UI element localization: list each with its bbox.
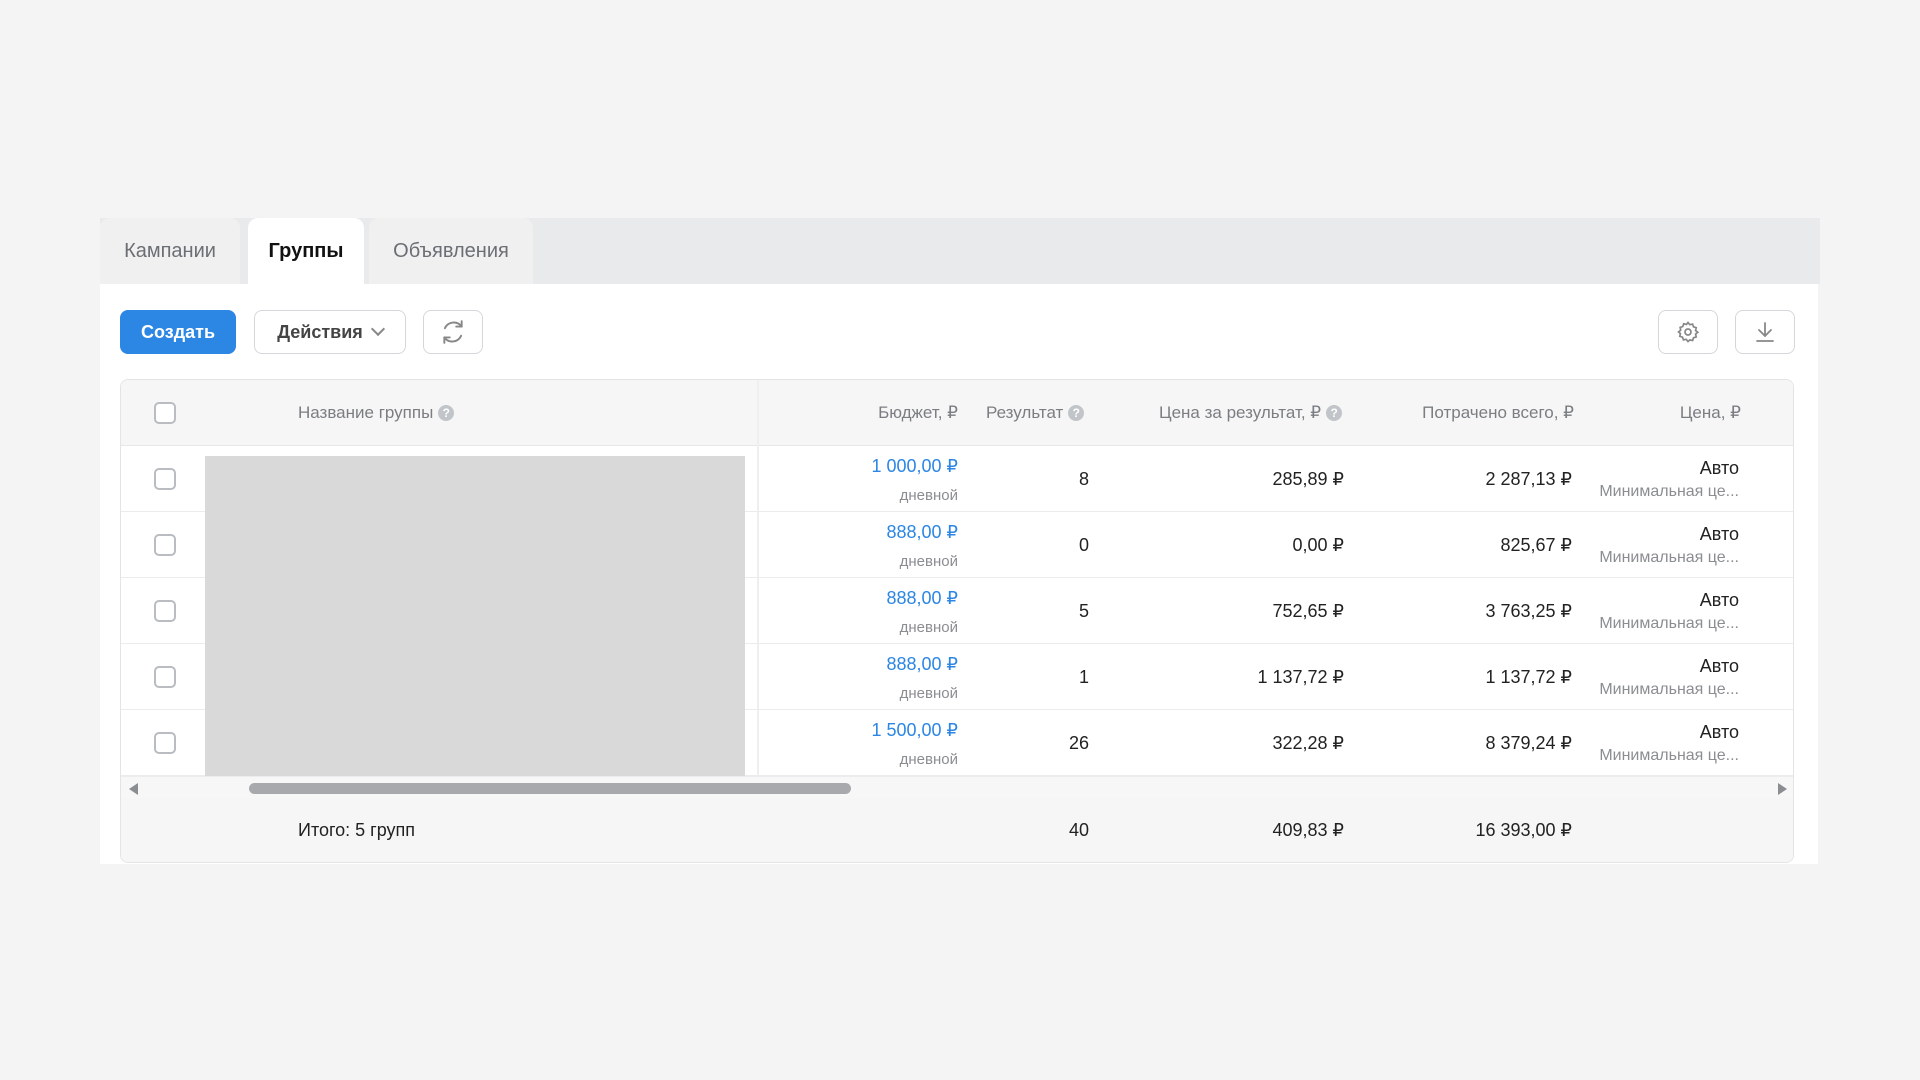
result-value: 26 bbox=[1068, 733, 1089, 753]
budget-value[interactable]: 888,00 ₽ bbox=[886, 654, 958, 675]
chevron-down-icon bbox=[370, 321, 385, 337]
cost-per-result-value: 0,00 ₽ bbox=[1292, 535, 1345, 555]
budget-value[interactable]: 1 000,00 ₽ bbox=[871, 456, 958, 477]
row-checkbox[interactable] bbox=[154, 666, 176, 688]
spent-value: 3 763,25 ₽ bbox=[1485, 601, 1572, 621]
budget-value[interactable]: 888,00 ₽ bbox=[886, 588, 958, 609]
result-value: 1 bbox=[1078, 667, 1089, 687]
total-cost-per-result: 409,83 ₽ bbox=[1272, 820, 1344, 840]
groups-table: Название группы ? Бюджет, ₽ Результат ? … bbox=[120, 379, 1794, 863]
header-result-label: Результат bbox=[986, 403, 1064, 422]
tab-bar: Кампании Группы Объявления bbox=[100, 218, 1820, 284]
spent-value: 825,67 ₽ bbox=[1500, 535, 1572, 555]
actions-dropdown[interactable]: Действия bbox=[254, 310, 406, 354]
budget-type: дневной bbox=[899, 487, 958, 504]
table-header: Название группы ? Бюджет, ₽ Результат ? … bbox=[121, 380, 1793, 446]
groups-card: Создать Действия Название группы ? Бюдже… bbox=[100, 284, 1818, 864]
create-button[interactable]: Создать bbox=[120, 310, 236, 354]
row-checkbox[interactable] bbox=[154, 468, 176, 490]
result-value: 8 bbox=[1078, 469, 1089, 489]
row-checkbox[interactable] bbox=[154, 732, 176, 754]
settings-button[interactable] bbox=[1658, 310, 1718, 354]
help-icon[interactable]: ? bbox=[1326, 405, 1343, 421]
price-value: Авто bbox=[1699, 656, 1739, 676]
budget-value[interactable]: 888,00 ₽ bbox=[886, 522, 958, 543]
select-all-checkbox[interactable] bbox=[154, 402, 176, 424]
price-value: Авто bbox=[1699, 722, 1739, 742]
tab-campaigns[interactable]: Кампании bbox=[100, 218, 240, 284]
scroll-right-icon[interactable] bbox=[1778, 783, 1787, 795]
cost-per-result-value: 322,28 ₽ bbox=[1272, 733, 1344, 753]
price-subtext: Минимальная це... bbox=[1599, 681, 1739, 698]
spent-value: 1 137,72 ₽ bbox=[1485, 667, 1572, 687]
total-result: 40 bbox=[1068, 820, 1089, 840]
header-cost-per-result[interactable]: Цена за результат, ₽ ? bbox=[1159, 380, 1343, 446]
scroll-left-icon[interactable] bbox=[129, 783, 138, 795]
price-subtext: Минимальная це... bbox=[1599, 483, 1739, 500]
download-icon bbox=[1756, 322, 1774, 342]
cost-per-result-value: 285,89 ₽ bbox=[1272, 469, 1344, 489]
gear-icon bbox=[1677, 321, 1700, 343]
header-result[interactable]: Результат ? bbox=[986, 380, 1085, 446]
budget-type: дневной bbox=[899, 685, 958, 702]
result-value: 5 bbox=[1078, 601, 1089, 621]
tab-groups[interactable]: Группы bbox=[248, 218, 364, 284]
refresh-icon bbox=[443, 320, 463, 344]
price-value: Авто bbox=[1699, 524, 1739, 544]
budget-type: дневной bbox=[899, 751, 958, 768]
price-value: Авто bbox=[1699, 590, 1739, 610]
header-spent-total[interactable]: Потрачено всего, ₽ bbox=[1354, 380, 1574, 446]
spent-value: 2 287,13 ₽ bbox=[1485, 469, 1572, 489]
help-icon[interactable]: ? bbox=[438, 405, 455, 421]
total-spent: 16 393,00 ₽ bbox=[1475, 820, 1572, 840]
header-name-label: Название группы bbox=[298, 403, 434, 422]
price-subtext: Минимальная це... bbox=[1599, 549, 1739, 566]
refresh-button[interactable] bbox=[423, 310, 483, 354]
cost-per-result-value: 752,65 ₽ bbox=[1272, 601, 1344, 621]
cost-per-result-value: 1 137,72 ₽ bbox=[1257, 667, 1344, 687]
tab-ads[interactable]: Объявления bbox=[369, 218, 533, 284]
budget-type: дневной bbox=[899, 553, 958, 570]
horizontal-scrollbar[interactable] bbox=[121, 776, 1793, 798]
header-cost-per-result-label: Цена за результат, ₽ bbox=[1159, 403, 1322, 422]
download-button[interactable] bbox=[1735, 310, 1795, 354]
price-value: Авто bbox=[1699, 458, 1739, 478]
scroll-thumb[interactable] bbox=[249, 783, 851, 794]
table-footer: Итого: 5 групп 40 409,83 ₽ 16 393,00 ₽ bbox=[121, 798, 1793, 862]
header-budget[interactable]: Бюджет, ₽ bbox=[758, 380, 958, 446]
price-subtext: Минимальная це... bbox=[1599, 747, 1739, 764]
row-checkbox[interactable] bbox=[154, 600, 176, 622]
row-checkbox[interactable] bbox=[154, 534, 176, 556]
result-value: 0 bbox=[1078, 535, 1089, 555]
redacted-group-names bbox=[205, 456, 745, 776]
help-icon[interactable]: ? bbox=[1068, 405, 1085, 421]
budget-type: дневной bbox=[899, 619, 958, 636]
header-name[interactable]: Название группы ? bbox=[298, 380, 455, 446]
header-price[interactable]: Цена, ₽ bbox=[1621, 380, 1741, 446]
spent-value: 8 379,24 ₽ bbox=[1485, 733, 1572, 753]
groups-panel: Кампании Группы Объявления Создать Дейст… bbox=[100, 218, 1820, 864]
total-label: Итого: 5 групп bbox=[298, 820, 416, 840]
budget-value[interactable]: 1 500,00 ₽ bbox=[871, 720, 958, 741]
actions-label: Действия bbox=[277, 321, 363, 342]
price-subtext: Минимальная це... bbox=[1599, 615, 1739, 632]
